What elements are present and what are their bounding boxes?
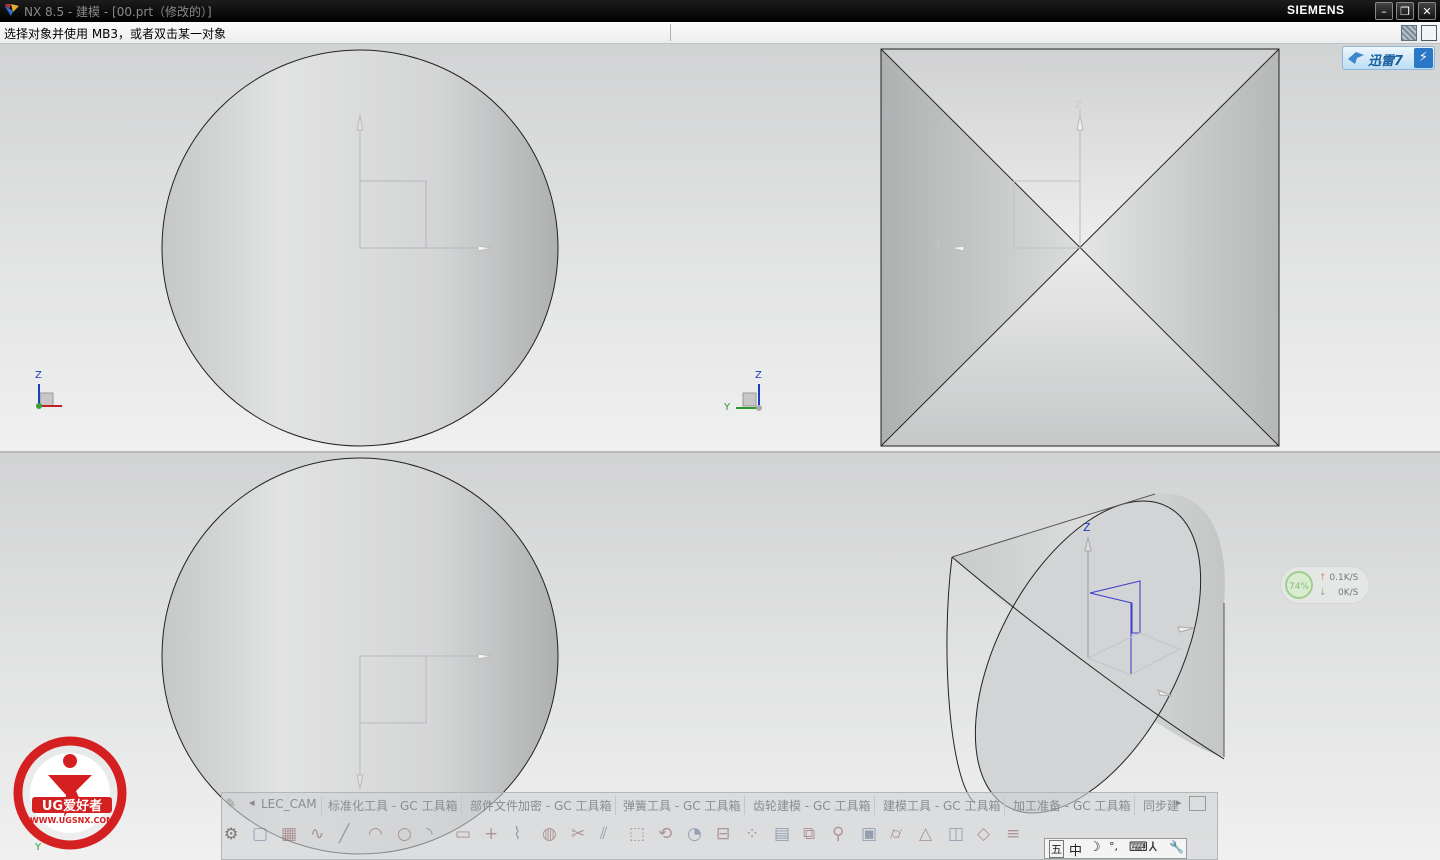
extrude-icon[interactable]: ⬚ — [629, 824, 649, 844]
cone-icon[interactable]: △ — [919, 824, 939, 844]
gear-icon[interactable]: ⚙ — [224, 824, 238, 843]
view-triad-front — [36, 384, 62, 409]
bird-icon — [1348, 52, 1364, 64]
rectangle-icon[interactable]: ▭ — [455, 824, 475, 844]
cylinder-icon[interactable]: ⌭ — [890, 824, 910, 844]
block-icon[interactable]: ▣ — [861, 824, 881, 844]
point-icon[interactable]: + — [484, 824, 504, 844]
tab-spring[interactable]: 弹簧工具 - GC 工具箱 — [619, 796, 746, 815]
restore-button[interactable]: ❐ — [1396, 2, 1414, 20]
watermark-url: WWW.UGSNX.COM — [30, 816, 114, 825]
blend-icon[interactable]: ◔ — [687, 824, 707, 844]
xunlei-widget[interactable]: 迅雷7 ⚡ — [1342, 46, 1435, 70]
minimize-button[interactable]: – — [1375, 2, 1393, 20]
tab-lec-cam[interactable]: LEC_CAM — [257, 796, 322, 815]
ime-moon-icon[interactable]: ☽ — [1089, 840, 1101, 855]
iso-wcs-z-label: Z — [1083, 521, 1091, 534]
bolt-icon[interactable]: ⚲ — [832, 824, 852, 844]
siemens-brand: SIEMENS — [1287, 3, 1345, 17]
upload-arrow-icon: ↑ — [1319, 573, 1327, 583]
lightning-icon[interactable]: ⚡ — [1414, 48, 1433, 68]
view-triad-side — [736, 384, 762, 411]
ime-punct-icon[interactable]: °, — [1109, 840, 1118, 853]
watermark-text: UG爱好者 — [42, 798, 102, 814]
status-separator — [670, 24, 671, 41]
toolbar-tabs: ✎ ◂ LEC_CAM 标准化工具 - GC 工具箱 部件文件加密 - GC 工… — [222, 793, 1217, 817]
shape-icon[interactable]: ◍ — [542, 824, 562, 844]
layer-icon[interactable]: ≡ — [1006, 824, 1026, 844]
ime-mode-icon[interactable]: 五 — [1049, 840, 1064, 858]
triad-side-z-label: Z — [755, 370, 762, 381]
wrench-icon[interactable]: ✎ — [226, 796, 236, 810]
scroll-left-icon[interactable]: ◂ — [249, 796, 255, 809]
assembly-icon[interactable]: ⧉ — [803, 824, 823, 844]
trim-curve-icon[interactable]: ✂ — [571, 824, 591, 844]
window-title: NX 8.5 - 建模 - [00.prt（修改的）] — [24, 5, 212, 19]
tab-menu-icon[interactable] — [1189, 796, 1206, 811]
section-icon[interactable]: ⊟ — [716, 824, 736, 844]
arc-icon[interactable]: ◠ — [368, 824, 388, 844]
ime-tools-icon[interactable]: ⅄ — [1149, 840, 1157, 855]
ug-watermark-logo: UG爱好者 WWW.UGSNX.COM — [13, 736, 127, 850]
download-speed: 0K/S — [1338, 588, 1359, 598]
title-bar: NX 8.5 - 建模 - [00.prt（修改的）] SIEMENS – ❐ … — [0, 0, 1440, 22]
nx-logo-icon[interactable] — [3, 3, 20, 18]
viewport-top[interactable]: Z Z Y Z Y — [0, 44, 1440, 451]
ime-keyboard-icon[interactable]: ⌨ — [1129, 840, 1148, 855]
side-wcs-y-label: Y — [935, 240, 942, 251]
upload-speed: 0.1K/S — [1329, 573, 1359, 583]
net-percent: 74% — [1285, 571, 1313, 599]
pattern-icon[interactable]: ⁘ — [745, 824, 765, 844]
sketch-icon[interactable]: ▢ — [252, 824, 272, 844]
edge-icon[interactable]: ◫ — [948, 824, 968, 844]
studio-spline-icon[interactable]: ∿ — [310, 824, 330, 844]
tab-gear[interactable]: 齿轮建模 - GC 工具箱 — [749, 796, 876, 815]
spline-icon[interactable]: ⌇ — [513, 824, 533, 844]
ime-wrench-icon[interactable]: 🔧 — [1169, 840, 1184, 854]
grid-icon[interactable] — [1401, 25, 1417, 41]
triad-front-z-label: Z — [35, 370, 42, 381]
scroll-right-icon[interactable]: ▸ — [1176, 796, 1182, 809]
cue-line: 选择对象并使用 MB3，或者双击某一对象 — [0, 22, 1440, 44]
cue-message: 选择对象并使用 MB3，或者双击某一对象 — [4, 27, 227, 41]
tab-modeling[interactable]: 建模工具 - GC 工具箱 — [879, 796, 1006, 815]
face-icon[interactable]: ▤ — [774, 824, 794, 844]
ime-chinese-toggle[interactable]: 中 — [1069, 840, 1082, 859]
net-monitor[interactable]: 74% ↑ 0.1K/S ↓ 0K/S — [1280, 566, 1370, 604]
close-button[interactable]: ✕ — [1418, 2, 1436, 20]
hatch-icon[interactable]: ▦ — [281, 824, 301, 844]
offset-icon[interactable]: ⫽ — [600, 824, 620, 844]
triad-side-y-label: Y — [724, 402, 731, 413]
tab-encrypt[interactable]: 部件文件加密 - GC 工具箱 — [466, 796, 617, 815]
ime-bar[interactable]: 五 中 ☽ °, ⌨ ⅄ 🔧 — [1044, 838, 1187, 859]
xunlei-label: 迅雷7 — [1368, 54, 1404, 69]
revolve-icon[interactable]: ⟲ — [658, 824, 678, 844]
tab-standard[interactable]: 标准化工具 - GC 工具箱 — [324, 796, 463, 815]
surface-icon[interactable]: ◇ — [977, 824, 997, 844]
fullscreen-icon[interactable] — [1421, 25, 1437, 41]
circle-icon[interactable]: ○ — [397, 824, 417, 844]
line-icon[interactable]: ╱ — [339, 824, 359, 844]
download-arrow-icon: ↓ — [1319, 588, 1327, 598]
arc-2-icon[interactable]: ◝ — [426, 824, 446, 844]
tab-machining[interactable]: 加工准备 - GC 工具箱 — [1009, 796, 1136, 815]
side-wcs-z-label: Z — [1075, 100, 1082, 111]
